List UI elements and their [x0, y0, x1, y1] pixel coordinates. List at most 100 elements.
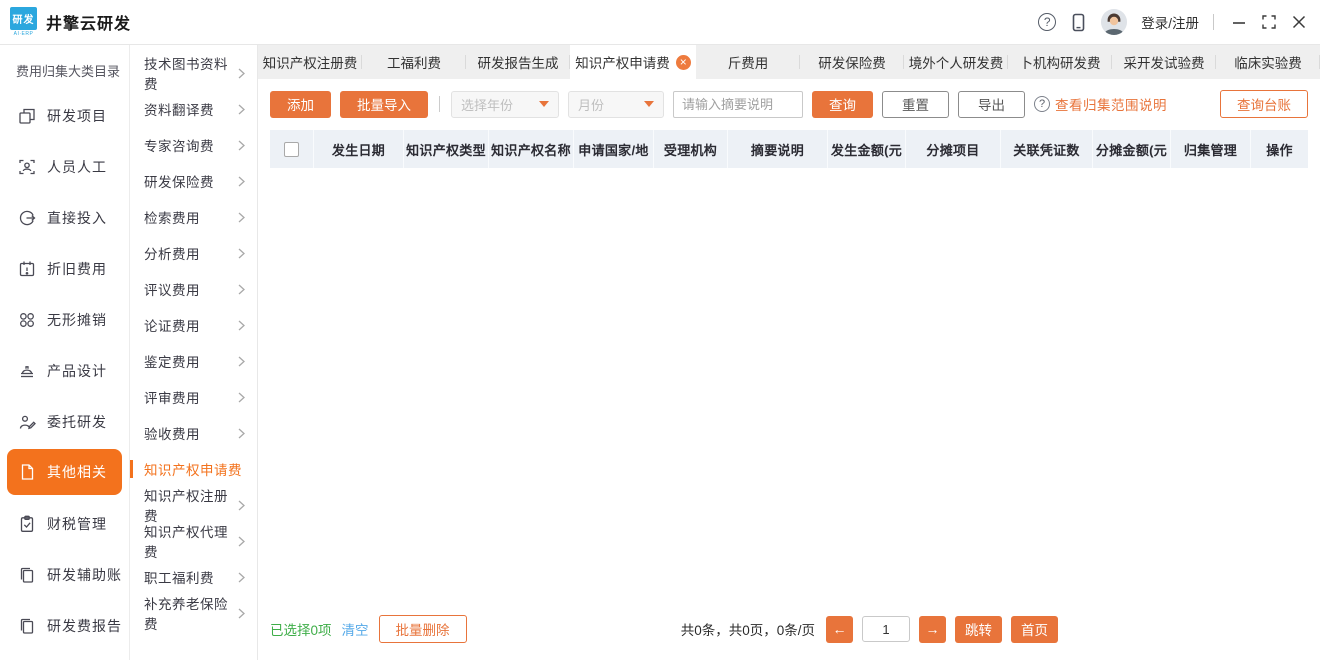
avatar[interactable]: [1101, 9, 1128, 35]
footer-bar: 已选择0项 清空 批量删除 共0条，共0页，0条/页 ← → 跳转 首页: [258, 610, 1320, 660]
sidebar-item-intangible-amortization[interactable]: 无形摊销: [0, 294, 129, 345]
pagination-summary: 共0条，共0页，0条/页: [680, 623, 815, 638]
logo-mark: 研发: [10, 7, 37, 30]
col-accepting-agency: 受理机构: [654, 130, 728, 168]
pages-icon: [20, 618, 34, 634]
titlebar: 研发 AI·ERP 井擎云研发 ? 登录/注册: [0, 0, 1320, 45]
sidebar-item-commissioned-rd[interactable]: 委托研发: [0, 396, 129, 447]
tab-analysis-fee[interactable]: 斤费用: [696, 45, 800, 79]
four-circles-icon: [20, 312, 34, 327]
chevron-right-icon: [238, 392, 245, 402]
chevron-right-icon: [238, 428, 245, 438]
tab-overseas-individual-rd-fee[interactable]: 境外个人研发费: [904, 45, 1008, 79]
chevron-right-icon: [238, 608, 245, 618]
tab-institution-rd-fee[interactable]: 卜机构研发费: [1008, 45, 1112, 79]
sidebar-title: 费用归集大类目录: [16, 64, 121, 79]
window-controls: [1232, 15, 1306, 29]
sidebar-item-rd-expense-report[interactable]: 研发费报告: [0, 600, 129, 651]
clear-selection-link[interactable]: 清空: [342, 619, 369, 639]
batch-import-button[interactable]: 批量导入: [340, 90, 428, 118]
tabbar: 知识产权注册费 工福利费 研发报告生成 知识产权申请费 × 斤费用 研发保险费 …: [258, 45, 1320, 79]
jump-button[interactable]: 跳转: [955, 615, 1002, 643]
next-page-button[interactable]: →: [919, 615, 946, 643]
mobile-phone-icon[interactable]: [1070, 13, 1087, 32]
submenu-item-deliberation[interactable]: 评议费用: [130, 271, 257, 307]
titlebar-actions: ? 登录/注册: [1038, 9, 1306, 35]
submenu-item-expert-consulting[interactable]: 专家咨询费: [130, 127, 257, 163]
sidebar-item-rd-auxiliary-ledger[interactable]: 研发辅助账: [0, 549, 129, 600]
sidebar-item-direct-input[interactable]: 直接投入: [0, 192, 129, 243]
file-icon: [21, 464, 34, 480]
tab-rd-insurance-fee[interactable]: 研发保险费: [800, 45, 904, 79]
submenu-item-retrieval[interactable]: 检索费用: [130, 199, 257, 235]
copy-icon: [19, 108, 35, 124]
caret-down-icon: [539, 101, 549, 107]
submenu-item-ip-agency-fee[interactable]: 知识产权代理费: [130, 523, 257, 560]
summary-search-input[interactable]: [673, 90, 803, 118]
chevron-right-icon: [238, 536, 245, 546]
select-all-checkbox[interactable]: [284, 141, 299, 157]
submenu-item-rd-insurance[interactable]: 研发保险费: [130, 163, 257, 199]
col-voucher-count: 关联凭证数: [1001, 130, 1093, 168]
page-number-input[interactable]: [862, 616, 910, 642]
col-allocation-project: 分摊项目: [906, 130, 1001, 168]
export-button[interactable]: 导出: [958, 90, 1025, 118]
login-register-link[interactable]: 登录/注册: [1141, 12, 1199, 32]
sidebar-item-rd-project[interactable]: 研发项目: [0, 90, 129, 141]
sidebar-item-product-design[interactable]: 产品设计: [0, 345, 129, 396]
month-select[interactable]: 月份: [568, 90, 664, 118]
chevron-right-icon: [238, 140, 245, 150]
submenu-item-evaluation[interactable]: 评审费用: [130, 379, 257, 415]
tab-clinical-trial-fee[interactable]: 临床实验费: [1216, 45, 1320, 79]
sidebar-item-other-related[interactable]: 其他相关: [7, 449, 122, 495]
submenu-item-ip-application-fee[interactable]: 知识产权申请费: [130, 451, 257, 487]
tab-close-icon[interactable]: ×: [675, 54, 691, 70]
sidebar-item-depreciation[interactable]: 折旧费用: [0, 243, 129, 294]
reset-button[interactable]: 重置: [882, 90, 949, 118]
chevron-right-icon: [238, 212, 245, 222]
pagination: 共0条，共0页，0条/页 ← → 跳转 首页: [680, 615, 1058, 643]
helmet-brush-icon: [21, 365, 33, 377]
submenu-item-staff-welfare[interactable]: 职工福利费: [130, 559, 257, 595]
tab-rd-report-generation[interactable]: 研发报告生成: [466, 45, 570, 79]
close-icon[interactable]: [1292, 15, 1306, 29]
first-page-button[interactable]: 首页: [1011, 615, 1058, 643]
help-icon[interactable]: ?: [1038, 13, 1057, 31]
collection-scope-help-link[interactable]: ? 查看归集范围说明: [1034, 94, 1167, 114]
submenu-expense-types: 技术图书资料费 资料翻译费 专家咨询费 研发保险费 检索费用 分析费用 评议费用…: [130, 45, 258, 660]
sidebar-item-fiscal-tax[interactable]: 财税管理: [0, 498, 129, 549]
table-header: 发生日期 知识产权类型 知识产权名称 申请国家/地 受理机构 摘要说明 发生金额…: [270, 130, 1308, 168]
col-collection-management: 归集管理: [1171, 130, 1251, 168]
titlebar-divider: [1213, 14, 1214, 30]
brand: 研发 AI·ERP 井擎云研发: [10, 7, 131, 37]
tab-development-test-fee[interactable]: 采开发试验费: [1112, 45, 1216, 79]
col-allocation-amount: 分摊金额(元: [1093, 130, 1171, 168]
submenu-item-supplementary-pension[interactable]: 补充养老保险费: [130, 595, 257, 632]
submenu-item-tech-books[interactable]: 技术图书资料费: [130, 55, 257, 92]
submenu-item-appraisal[interactable]: 鉴定费用: [130, 343, 257, 379]
submenu-item-ip-registration-fee[interactable]: 知识产权注册费: [130, 487, 257, 524]
tab-ip-application-fee[interactable]: 知识产权申请费 ×: [570, 45, 696, 79]
prev-page-button[interactable]: ←: [826, 615, 853, 643]
caret-down-icon: [644, 101, 654, 107]
add-button[interactable]: 添加: [270, 90, 331, 118]
batch-delete-button[interactable]: 批量删除: [378, 615, 467, 643]
minimize-icon[interactable]: [1232, 15, 1246, 29]
tab-welfare-fee[interactable]: 工福利费: [362, 45, 466, 79]
sidebar-categories: 费用归集大类目录 研发项目 人员人工 直接投入 折旧费用 无形摊销 产品设计 委…: [0, 45, 130, 660]
query-ledger-button[interactable]: 查询台账: [1220, 90, 1308, 118]
submenu-item-analysis[interactable]: 分析费用: [130, 235, 257, 271]
chevron-right-icon: [238, 248, 245, 258]
submenu-item-translation[interactable]: 资料翻译费: [130, 91, 257, 127]
query-button[interactable]: 查询: [812, 90, 873, 118]
sidebar-item-personnel[interactable]: 人员人工: [0, 141, 129, 192]
tab-ip-registration-fee[interactable]: 知识产权注册费: [258, 45, 362, 79]
col-ip-type: 知识产权类型: [404, 130, 489, 168]
submenu-item-argumentation[interactable]: 论证费用: [130, 307, 257, 343]
app-title: 井擎云研发: [46, 16, 132, 33]
year-select[interactable]: 选择年份: [451, 90, 559, 118]
maximize-icon[interactable]: [1262, 15, 1276, 29]
col-ip-name: 知识产权名称: [489, 130, 574, 168]
submenu-item-acceptance[interactable]: 验收费用: [130, 415, 257, 451]
person-scan-icon: [19, 159, 35, 174]
